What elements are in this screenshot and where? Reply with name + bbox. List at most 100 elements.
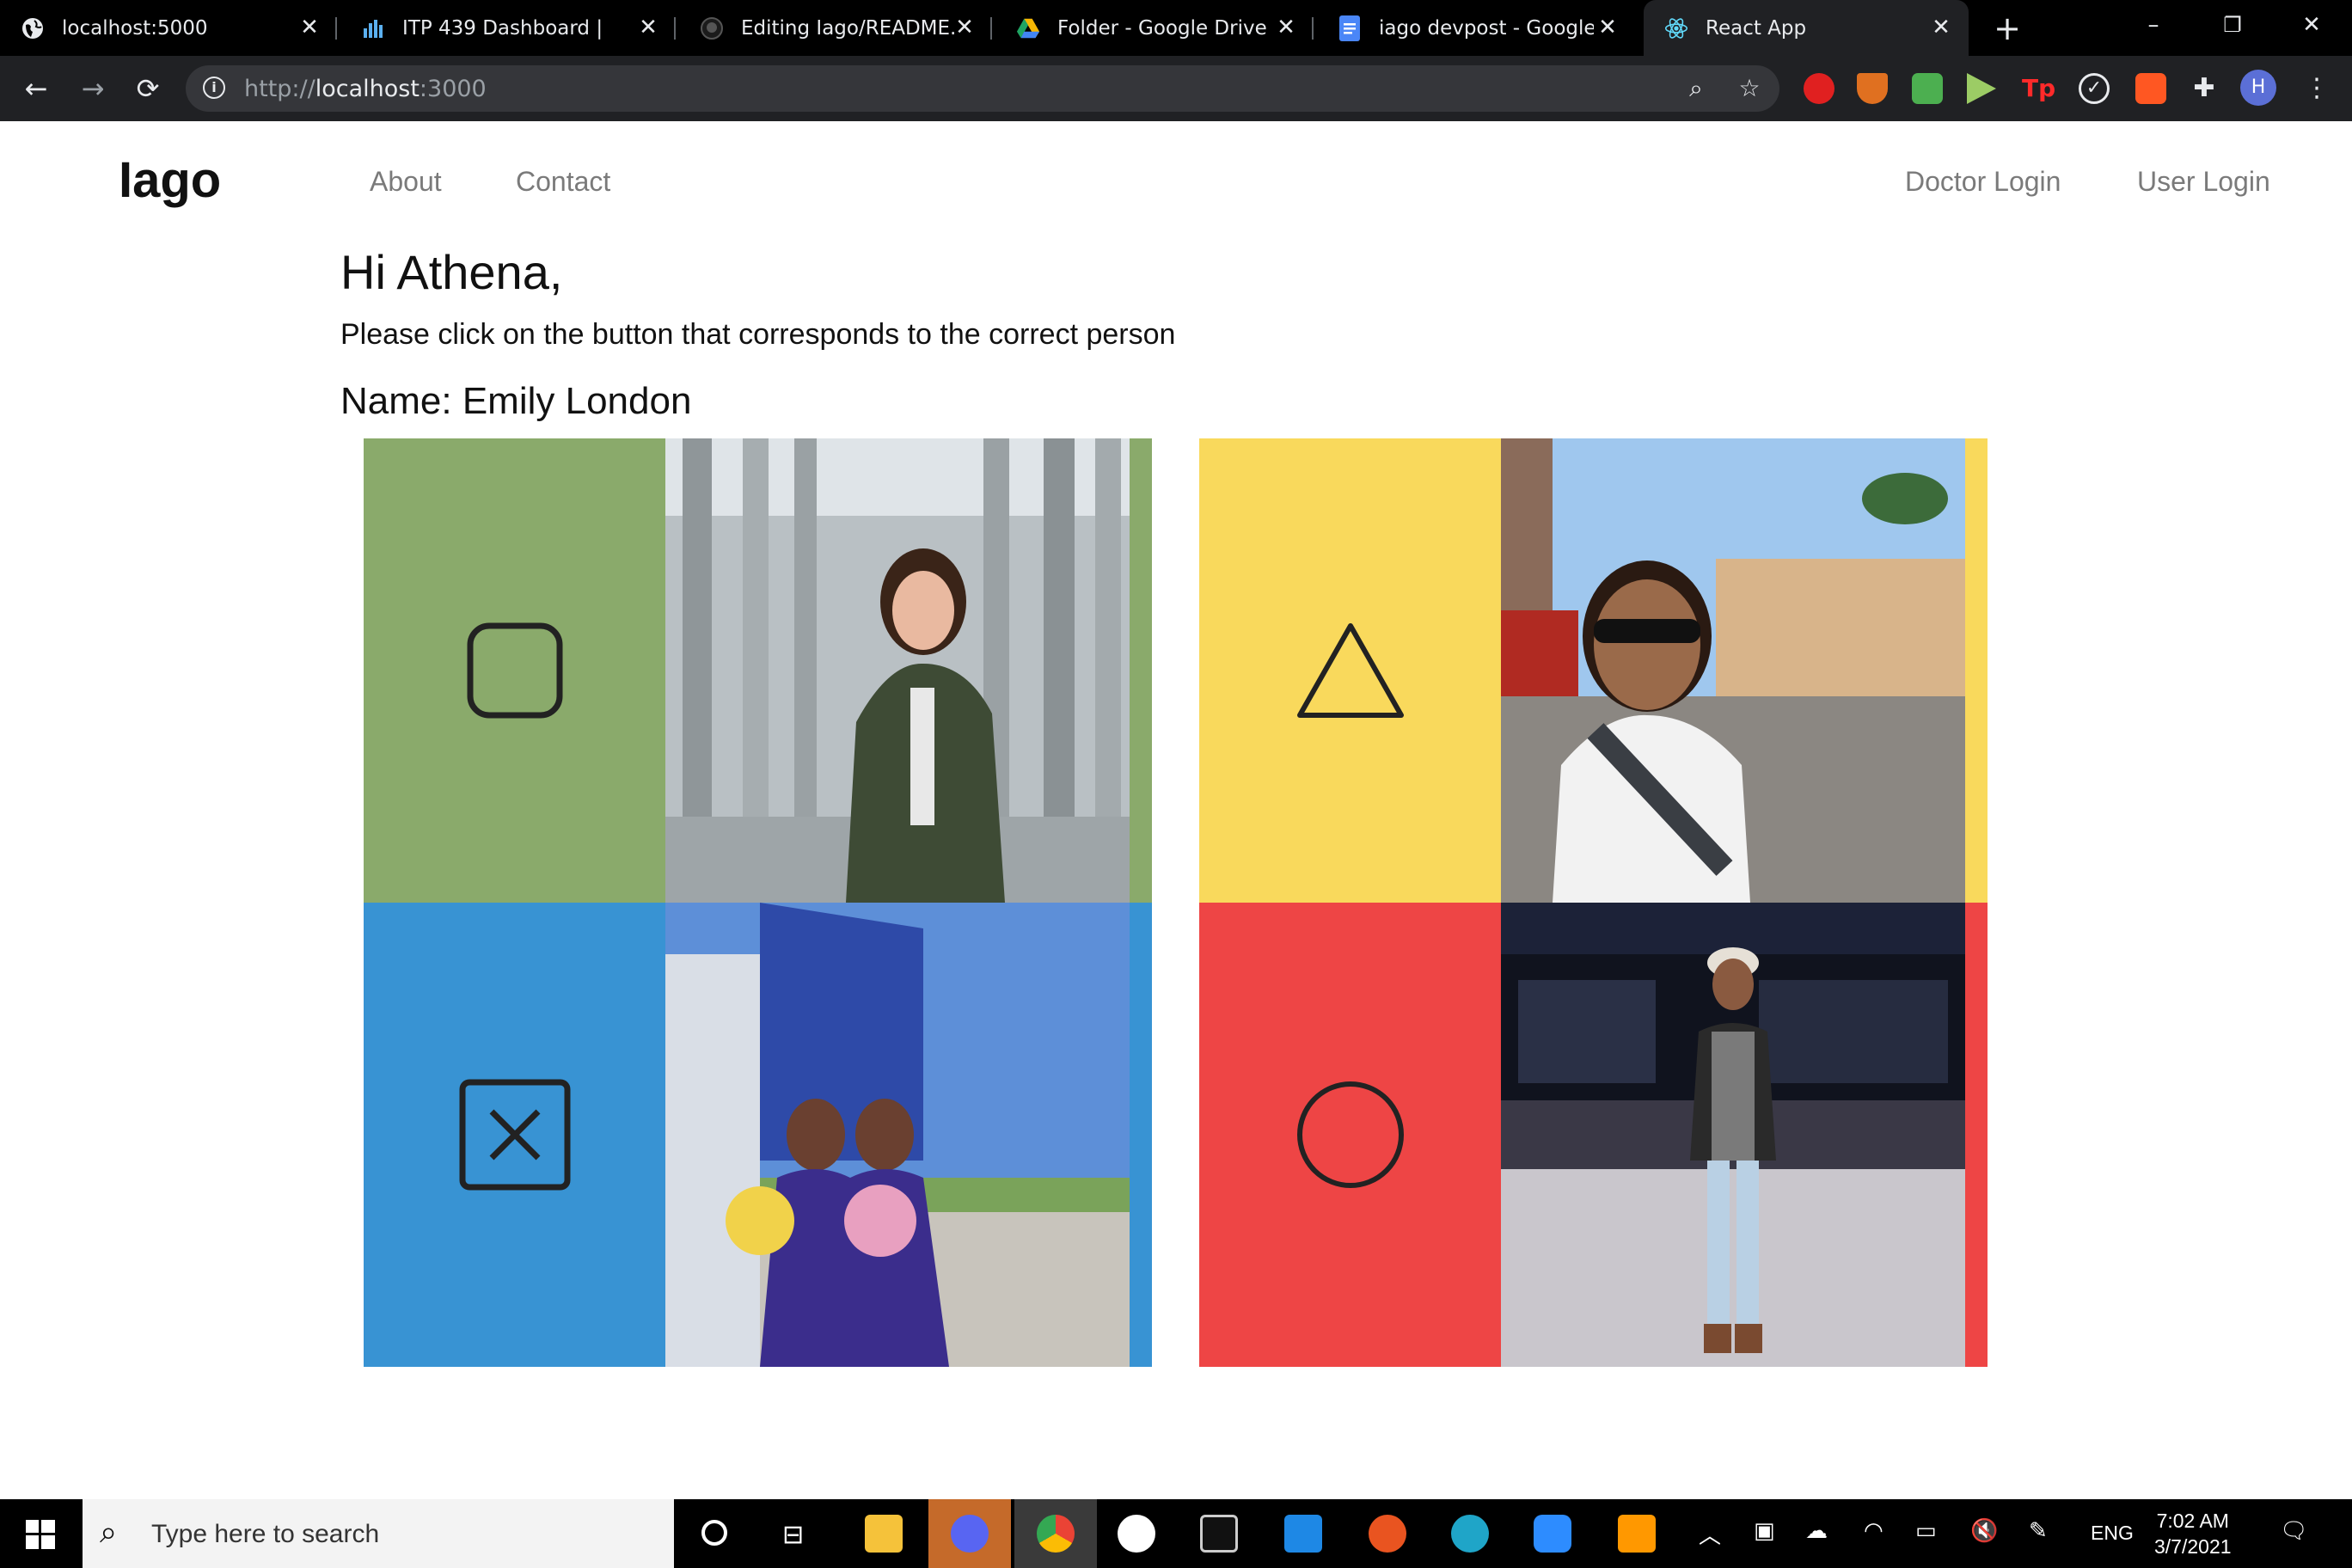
shield-extension-icon[interactable]	[1857, 73, 1888, 104]
choice-grid	[364, 438, 1988, 1367]
nav-about[interactable]: About	[370, 166, 442, 198]
ubuntu-icon[interactable]	[1369, 1515, 1406, 1553]
choice-square-button[interactable]	[364, 438, 1152, 903]
windows-start-icon[interactable]	[26, 1520, 55, 1549]
nav-doctor-login[interactable]: Doctor Login	[1905, 166, 2061, 198]
clock-time: 7:02 AM	[2156, 1510, 2229, 1532]
address-bar[interactable]: i http://localhost:3000 ⌕ ☆	[186, 65, 1779, 112]
close-icon[interactable]: ✕	[1929, 15, 1953, 40]
tray-wifi-icon[interactable]: ◠	[1864, 1518, 1883, 1544]
google-docs-icon	[1338, 15, 1362, 41]
windows-taskbar: ⌕ Type here to search ⊟ ︿ ▣ ☁ ◠ ▭ 🔇 ✎ EN…	[0, 1499, 2352, 1568]
tp-extension-icon[interactable]: Tp	[2022, 73, 2055, 104]
instruction-text: Please click on the button that correspo…	[340, 318, 1176, 351]
close-icon[interactable]: ✕	[636, 15, 660, 40]
sublime-icon[interactable]	[1618, 1515, 1656, 1553]
bar-chart-icon	[361, 16, 385, 40]
triangle-icon	[1199, 438, 1501, 903]
tab-github-readme[interactable]: Editing Iago/README.m ✕	[679, 0, 992, 56]
menu-kebab-icon[interactable]: ⋮	[2304, 73, 2330, 104]
search-icon: ⌕	[100, 1515, 118, 1550]
react-icon	[1664, 16, 1688, 40]
tray-chevron-icon[interactable]: ︿	[1699, 1518, 1721, 1550]
nav-user-login[interactable]: User Login	[2137, 166, 2270, 198]
github-icon	[700, 16, 724, 40]
tab-title: Editing Iago/README.m	[741, 16, 956, 40]
taskbar-search-box[interactable]: ⌕ Type here to search	[83, 1499, 674, 1568]
puzzle-extensions-icon[interactable]: ✚	[2189, 73, 2220, 104]
circle-icon	[1199, 903, 1501, 1367]
on-extension-icon[interactable]	[2135, 73, 2166, 104]
taskbar-clock[interactable]: 7:02 AM 3/7/2021	[2154, 1508, 2232, 1559]
tab-itp-dashboard[interactable]: ITP 439 Dashboard | Gra ✕	[340, 0, 676, 56]
notification-center-icon[interactable]: 🗨	[2280, 1518, 2308, 1544]
tab-google-drive[interactable]: Folder - Google Drive ✕	[995, 0, 1314, 56]
close-icon[interactable]: ✕	[297, 15, 322, 40]
profile-avatar[interactable]: H	[2240, 70, 2276, 106]
chrome-app-tile[interactable]	[1014, 1499, 1097, 1568]
info-icon[interactable]: i	[203, 77, 225, 99]
square-icon	[364, 438, 665, 903]
brand-logo[interactable]: Iago	[119, 151, 221, 209]
tab-title: Folder - Google Drive	[1057, 16, 1267, 40]
patient-name: Name: Emily London	[340, 380, 692, 422]
vscode-icon[interactable]	[1284, 1515, 1322, 1553]
tray-display-icon[interactable]: ▣	[1754, 1518, 1775, 1544]
tab-separator	[335, 17, 337, 40]
slack-icon[interactable]	[1118, 1515, 1155, 1553]
discord-app-tile[interactable]	[928, 1499, 1011, 1568]
cortana-icon[interactable]	[701, 1520, 727, 1546]
tab-strip: localhost:5000 ✕ ITP 439 Dashboard | Gra…	[0, 0, 2352, 56]
clock-date: 3/7/2021	[2154, 1535, 2232, 1558]
forward-arrow-icon[interactable]: →	[76, 71, 110, 106]
greeting-heading: Hi Athena,	[340, 245, 563, 299]
browser-toolbar: ← → ⟳ i http://localhost:3000 ⌕ ☆ Tp ✓ ✚…	[0, 56, 2352, 121]
file-explorer-icon[interactable]	[865, 1515, 903, 1553]
zoom-icon[interactable]	[1534, 1515, 1571, 1553]
url-text[interactable]: http://localhost:3000	[244, 76, 487, 102]
tab-title: React App	[1706, 16, 1807, 40]
nav-contact[interactable]: Contact	[516, 166, 610, 198]
back-arrow-icon[interactable]: ←	[19, 71, 53, 106]
tab-separator	[674, 17, 676, 40]
close-icon[interactable]: ✕	[1596, 15, 1620, 40]
choice-x-button[interactable]	[364, 903, 1152, 1367]
search-placeholder: Type here to search	[151, 1520, 380, 1548]
discord-icon	[951, 1515, 989, 1553]
terminal-icon[interactable]	[1200, 1515, 1238, 1553]
checkmark-extension-icon[interactable]: ✓	[2079, 73, 2110, 104]
person-photo	[665, 438, 1130, 903]
new-tab-plus-icon[interactable]: +	[1989, 10, 2025, 46]
tab-react-app[interactable]: React App ✕	[1644, 0, 1969, 56]
tray-onedrive-icon[interactable]: ☁	[1805, 1518, 1828, 1544]
restore-icon[interactable]: ❐	[2194, 0, 2271, 52]
tray-battery-icon[interactable]: ▭	[1915, 1518, 1937, 1544]
minimize-icon[interactable]: –	[2115, 0, 2192, 52]
play-extension-icon[interactable]	[1967, 73, 1996, 104]
tab-title: ITP 439 Dashboard | Gra	[402, 16, 609, 40]
adblock-extension-icon[interactable]	[1804, 73, 1834, 104]
chrome-icon	[1037, 1515, 1075, 1553]
bookmark-star-icon[interactable]: ☆	[1735, 74, 1764, 103]
tab-google-docs[interactable]: iago devpost - Google D ✕	[1317, 0, 1635, 56]
window-close-icon[interactable]: ✕	[2273, 0, 2350, 52]
tray-volume-muted-icon[interactable]: 🔇	[1970, 1518, 1998, 1544]
tab-separator	[990, 17, 992, 40]
person-photo	[665, 903, 1130, 1367]
edge-icon[interactable]	[1451, 1515, 1489, 1553]
choice-triangle-button[interactable]	[1199, 438, 1988, 903]
person-photo	[1501, 903, 1965, 1367]
tray-language[interactable]: ENG	[2091, 1522, 2134, 1545]
tab-separator	[1312, 17, 1314, 40]
choice-circle-button[interactable]	[1199, 903, 1988, 1367]
tray-pen-icon[interactable]: ✎	[2029, 1518, 2048, 1544]
close-icon[interactable]: ✕	[1274, 15, 1298, 40]
zoom-magnifier-icon[interactable]: ⌕	[1681, 74, 1711, 103]
close-icon[interactable]: ✕	[952, 15, 977, 40]
task-view-icon[interactable]: ⊟	[782, 1520, 804, 1550]
reload-icon[interactable]: ⟳	[131, 71, 165, 106]
globe-icon	[21, 16, 45, 40]
tab-title: localhost:5000	[62, 16, 208, 40]
mail-extension-icon[interactable]	[1912, 73, 1943, 104]
tab-localhost-5000[interactable]: localhost:5000 ✕	[0, 0, 337, 56]
